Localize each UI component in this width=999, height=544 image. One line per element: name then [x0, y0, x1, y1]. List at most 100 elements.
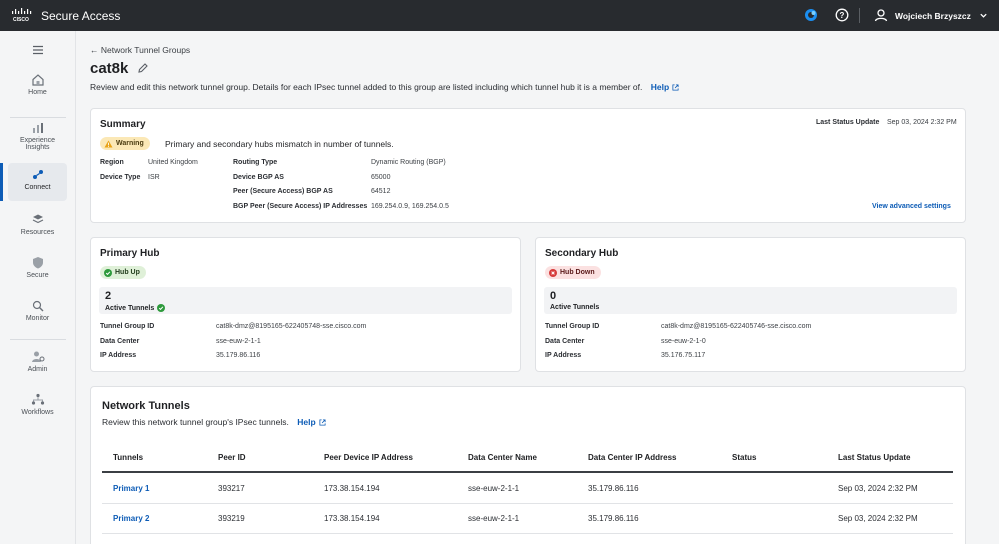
- tunnel-group-id-label: Tunnel Group ID: [545, 323, 600, 330]
- active-tunnels-label: Active Tunnels: [550, 304, 600, 311]
- sidebar-item-connect[interactable]: Connect: [0, 163, 67, 201]
- device-type-label: Device Type: [100, 174, 141, 181]
- pencil-icon[interactable]: [137, 62, 149, 74]
- column-header-peer-id[interactable]: Peer ID: [218, 453, 246, 462]
- column-header-last-status-update[interactable]: Last Status Update: [838, 453, 910, 462]
- top-bar: CISCO Secure Access ? Wojciech Brzyszcz: [0, 0, 999, 31]
- sidebar: Home Experience Insights Connect Resourc…: [0, 31, 76, 544]
- column-header-tunnels[interactable]: Tunnels: [113, 453, 143, 462]
- tunnel-group-id-value: cat8k-dmz@8195165-622405748-sse.cisco.co…: [216, 323, 367, 330]
- sidebar-item-label: Experience Insights: [19, 137, 56, 151]
- data-center-value: sse-euw-2-1-0: [661, 338, 706, 345]
- arrow-left-icon: ←: [90, 45, 99, 55]
- bgp-peer-ip-label: BGP Peer (Secure Access) IP Addresses: [233, 203, 368, 210]
- breadcrumb[interactable]: ← Network Tunnel Groups: [90, 45, 190, 55]
- connect-icon: [32, 170, 43, 179]
- home-icon: [31, 74, 44, 86]
- table-header-divider: [102, 471, 953, 473]
- sidebar-item-label: Resources: [20, 229, 55, 236]
- summary-card: Summary Last Status Update Sep 03, 2024 …: [90, 108, 966, 223]
- active-tunnels-label-text: Active Tunnels: [105, 304, 155, 312]
- sidebar-item-label: Workflows: [21, 409, 54, 416]
- menu-icon[interactable]: [32, 45, 44, 55]
- svg-text:CISCO: CISCO: [13, 17, 29, 22]
- help-link[interactable]: Help: [651, 82, 679, 92]
- chevron-down-icon[interactable]: [979, 11, 988, 20]
- tunnel-link-primary-2[interactable]: Primary 2: [113, 514, 149, 523]
- user-name[interactable]: Wojciech Brzyszcz: [895, 11, 971, 21]
- network-tunnels-description: Review this network tunnel group's IPsec…: [102, 417, 326, 427]
- peer-bgp-value: 64512: [371, 188, 391, 195]
- ip-address-value: 35.179.86.116: [216, 352, 261, 359]
- summary-title: Summary: [100, 119, 146, 130]
- data-center-label: Data Center: [545, 338, 585, 345]
- warning-badge-label: Warning: [116, 140, 144, 147]
- device-bgp-label: Device BGP AS: [233, 174, 284, 181]
- help-icon[interactable]: ?: [835, 8, 849, 22]
- device-type-value: ISR: [148, 174, 160, 181]
- workflows-icon: [31, 393, 44, 405]
- last-status-value: Sep 03, 2024 2:32 PM: [887, 119, 957, 126]
- ip-address-label: IP Address: [545, 352, 582, 359]
- check-circle-icon: [104, 268, 112, 277]
- active-tunnels-count: 0: [550, 290, 557, 302]
- column-header-peer-device-ip[interactable]: Peer Device IP Address: [324, 453, 413, 462]
- data-center-ip-cell: 35.179.86.116: [588, 484, 639, 493]
- ip-address-value: 35.176.75.117: [661, 352, 706, 359]
- sidebar-item-workflows[interactable]: Workflows: [8, 393, 67, 423]
- page-description: Review and edit this network tunnel grou…: [90, 82, 679, 92]
- sidebar-item-label: Home: [28, 89, 47, 96]
- view-advanced-settings-link[interactable]: View advanced settings: [872, 203, 951, 210]
- hub-status-label: Hub Up: [115, 269, 140, 276]
- breadcrumb-link[interactable]: Network Tunnel Groups: [101, 45, 190, 55]
- data-center-label: Data Center: [100, 338, 140, 345]
- data-center-ip-cell: 35.179.86.116: [588, 514, 639, 523]
- sidebar-item-admin[interactable]: Admin: [8, 350, 67, 380]
- warning-message: Primary and secondary hubs mismatch in n…: [165, 139, 394, 149]
- external-link-icon: [319, 419, 326, 426]
- sidebar-divider: [10, 117, 66, 118]
- sidebar-item-resources[interactable]: Resources: [8, 213, 67, 243]
- sidebar-item-home[interactable]: Home: [8, 73, 67, 103]
- topbar-divider: [859, 8, 860, 23]
- ip-address-label: IP Address: [100, 352, 137, 359]
- tunnel-link-primary-1[interactable]: Primary 1: [113, 484, 149, 493]
- region-value: United Kingdom: [148, 159, 198, 166]
- active-tunnels-box: 2 Active Tunnels: [99, 287, 512, 314]
- tunnels-help-label: Help: [297, 417, 316, 427]
- column-header-data-center-name[interactable]: Data Center Name: [468, 453, 537, 462]
- row-divider: [102, 503, 953, 504]
- last-status-update-cell: Sep 03, 2024 2:32 PM: [838, 514, 918, 523]
- routing-type-value: Dynamic Routing (BGP): [371, 159, 446, 166]
- sidebar-item-label: Admin: [27, 366, 48, 373]
- data-center-name-cell: sse-euw-2-1-1: [468, 514, 520, 523]
- page-title: cat8k: [90, 60, 129, 77]
- secondary-hub-title: Secondary Hub: [545, 248, 619, 259]
- column-header-status[interactable]: Status: [732, 453, 756, 462]
- peer-device-ip-cell: 173.38.154.194: [324, 514, 380, 523]
- tunnels-help-link[interactable]: Help: [297, 417, 326, 427]
- sidebar-item-monitor[interactable]: Monitor: [8, 299, 67, 329]
- user-icon[interactable]: [874, 8, 888, 22]
- network-tunnels-description-text: Review this network tunnel group's IPsec…: [102, 417, 289, 427]
- primary-hub-card: Primary Hub Hub Up 2 Active Tunnels Tunn…: [90, 237, 521, 372]
- resources-icon: [32, 214, 43, 224]
- x-circle-icon: [549, 268, 557, 277]
- tunnel-group-id-label: Tunnel Group ID: [100, 323, 155, 330]
- data-center-value: sse-euw-2-1-1: [216, 338, 261, 345]
- sidebar-item-secure[interactable]: Secure: [8, 256, 67, 286]
- svg-text:?: ?: [840, 11, 845, 20]
- insights-icon: [32, 123, 43, 133]
- column-header-data-center-ip[interactable]: Data Center IP Address: [588, 453, 676, 462]
- secondary-hub-card: Secondary Hub Hub Down 0 Active Tunnels …: [535, 237, 966, 372]
- primary-hub-title: Primary Hub: [100, 248, 160, 259]
- cisco-logo[interactable]: CISCO: [11, 8, 35, 22]
- sidebar-item-label: Secure: [26, 272, 49, 279]
- sidebar-item-experience-insights[interactable]: Experience Insights: [8, 121, 67, 157]
- shield-icon: [32, 257, 43, 269]
- active-tunnels-count: 2: [105, 290, 112, 302]
- hub-status-label: Hub Down: [560, 269, 595, 276]
- webex-icon[interactable]: [804, 8, 818, 22]
- hub-up-badge: Hub Up: [100, 266, 146, 279]
- sidebar-divider: [10, 339, 66, 340]
